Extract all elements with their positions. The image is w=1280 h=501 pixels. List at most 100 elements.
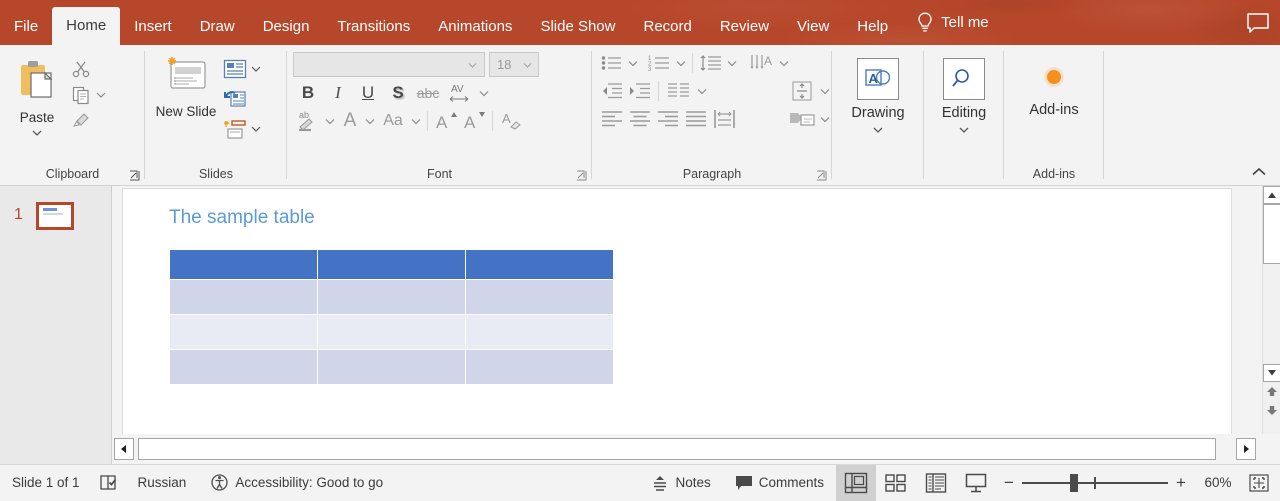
font-size-dropdown-icon[interactable]: [522, 56, 538, 74]
reset-button[interactable]: [221, 84, 249, 114]
decrease-indent-button[interactable]: [598, 78, 626, 104]
tab-animations[interactable]: Animations: [424, 9, 526, 45]
table-cell[interactable]: [169, 349, 318, 385]
scroll-up-button[interactable]: [1263, 186, 1280, 204]
text-shadow-button[interactable]: S: [383, 79, 413, 107]
accessibility-status[interactable]: Accessibility: Good to go: [198, 465, 395, 501]
spellcheck-button[interactable]: [92, 465, 126, 501]
table-cell[interactable]: [465, 279, 614, 315]
font-name-dropdown-icon[interactable]: [467, 56, 484, 74]
columns-button[interactable]: [663, 78, 695, 104]
font-color-dropdown[interactable]: [363, 108, 377, 134]
tab-insert[interactable]: Insert: [120, 9, 186, 45]
align-right-button[interactable]: [654, 106, 682, 132]
thumbnail-preview[interactable]: [36, 202, 74, 230]
numbering-button[interactable]: 1 2 3: [646, 50, 674, 76]
zoom-out-button[interactable]: −: [996, 465, 1022, 501]
line-spacing-button[interactable]: [697, 50, 725, 76]
numbering-dropdown[interactable]: [674, 50, 688, 76]
reading-view-button[interactable]: [916, 465, 956, 501]
table-cell[interactable]: [169, 279, 318, 315]
zoom-control[interactable]: − + 60%: [996, 465, 1280, 501]
zoom-slider-thumb[interactable]: [1070, 473, 1078, 492]
change-case-dropdown[interactable]: [409, 108, 423, 134]
format-painter-button[interactable]: [68, 108, 94, 134]
slide-table[interactable]: [169, 249, 614, 385]
slide-show-button[interactable]: [956, 465, 996, 501]
copy-dropdown[interactable]: [94, 82, 108, 108]
text-highlight-button[interactable]: ab: [293, 107, 323, 135]
tab-home[interactable]: Home: [52, 7, 121, 45]
copy-button[interactable]: [68, 82, 94, 108]
table-row[interactable]: [169, 349, 614, 385]
tab-slide-show[interactable]: Slide Show: [526, 9, 629, 45]
tab-help[interactable]: Help: [843, 9, 902, 45]
columns-dropdown[interactable]: [695, 78, 709, 104]
vertical-scrollbar[interactable]: [1262, 186, 1280, 434]
font-dialog-launcher[interactable]: [575, 169, 588, 182]
text-highlight-dropdown[interactable]: [323, 108, 337, 134]
horizontal-scroll-track[interactable]: [138, 438, 1216, 460]
slide-title[interactable]: The sample table: [169, 207, 315, 229]
comments-button[interactable]: [1236, 0, 1280, 45]
font-color-button[interactable]: A: [337, 107, 363, 135]
editing-chevron-down-icon[interactable]: [957, 122, 971, 140]
language-indicator[interactable]: Russian: [126, 465, 199, 501]
table-cell[interactable]: [317, 349, 466, 385]
table-row[interactable]: [169, 314, 614, 350]
character-spacing-button[interactable]: AV: [443, 79, 477, 107]
character-spacing-dropdown[interactable]: [477, 80, 491, 106]
underline-button[interactable]: U: [353, 79, 383, 107]
table-cell[interactable]: [169, 249, 318, 280]
comments-status-button[interactable]: Comments: [723, 465, 836, 501]
align-text-dropdown[interactable]: [818, 78, 832, 104]
table-row[interactable]: [169, 279, 614, 315]
justify-button[interactable]: [682, 106, 710, 132]
scroll-right-button[interactable]: [1236, 438, 1256, 460]
drawing-chevron-down-icon[interactable]: [871, 122, 885, 140]
tab-transitions[interactable]: Transitions: [323, 9, 424, 45]
slide-surface[interactable]: The sample table: [122, 188, 1232, 434]
layout-dropdown[interactable]: [249, 56, 263, 82]
new-slide-button[interactable]: New Slide: [151, 50, 221, 119]
notes-button[interactable]: Notes: [639, 465, 722, 501]
slide-canvas[interactable]: The sample table: [112, 186, 1280, 434]
change-case-button[interactable]: Aa: [377, 107, 409, 135]
zoom-in-button[interactable]: +: [1168, 465, 1194, 501]
bullets-dropdown[interactable]: [626, 50, 640, 76]
slide-counter[interactable]: Slide 1 of 1: [0, 465, 92, 501]
text-direction-button[interactable]: A: [747, 50, 777, 76]
tab-design[interactable]: Design: [249, 9, 324, 45]
layout-button[interactable]: [221, 54, 249, 84]
zoom-slider[interactable]: [1022, 465, 1168, 501]
decrease-font-size-button[interactable]: A: [460, 107, 488, 135]
italic-button[interactable]: I: [323, 79, 353, 107]
addins-button[interactable]: Add-ins: [1010, 50, 1098, 118]
table-cell[interactable]: [317, 249, 466, 280]
table-cell[interactable]: [465, 314, 614, 350]
table-cell[interactable]: [169, 314, 318, 350]
distribute-columns-button[interactable]: [710, 106, 740, 132]
cut-button[interactable]: [68, 56, 94, 82]
increase-indent-button[interactable]: [626, 78, 654, 104]
paragraph-dialog-launcher[interactable]: [815, 169, 828, 182]
tell-me-box[interactable]: Tell me: [912, 0, 995, 45]
clipboard-dialog-launcher[interactable]: [128, 169, 141, 182]
bullets-button[interactable]: [598, 50, 626, 76]
drawing-button[interactable]: A Drawing: [840, 50, 916, 140]
convert-to-smartart-dropdown[interactable]: [818, 106, 832, 132]
bold-button[interactable]: B: [293, 79, 323, 107]
strikethrough-button[interactable]: abc: [413, 79, 443, 107]
tab-review[interactable]: Review: [706, 9, 783, 45]
vertical-scroll-thumb[interactable]: [1263, 204, 1280, 264]
slide-sorter-button[interactable]: [876, 465, 916, 501]
horizontal-scrollbar[interactable]: [112, 434, 1280, 464]
paste-button[interactable]: Paste: [6, 50, 68, 143]
tab-draw[interactable]: Draw: [186, 9, 249, 45]
align-center-button[interactable]: [626, 106, 654, 132]
align-left-button[interactable]: [598, 106, 626, 132]
section-button[interactable]: [221, 114, 249, 144]
tab-file[interactable]: File: [0, 9, 52, 45]
table-cell[interactable]: [317, 314, 466, 350]
table-cell[interactable]: [465, 249, 614, 280]
